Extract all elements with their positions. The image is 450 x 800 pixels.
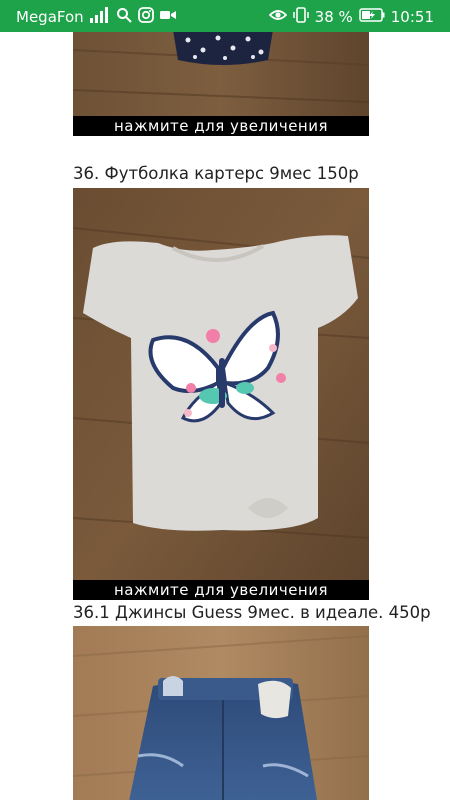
status-bar-left: MegaFon	[16, 7, 176, 27]
clock: 10:51	[390, 8, 434, 26]
vibrate-icon	[292, 7, 309, 27]
status-bar-right: 38 % 10:51	[268, 7, 434, 27]
carrier-name: MegaFon	[16, 8, 84, 26]
product-caption: 36.1 Джинсы Guess 9мес. в идеале. 450р	[73, 603, 431, 622]
page-content: нажмите для увеличения 36. Футболка карт…	[0, 32, 450, 800]
product-photo-jeans[interactable]	[73, 626, 369, 800]
zoom-hint-bar[interactable]: нажмите для увеличения	[73, 580, 369, 600]
search-icon	[116, 7, 132, 27]
product-photo-tshirt[interactable]: нажмите для увеличения	[73, 188, 369, 600]
product-caption: 36. Футболка картерс 9мес 150р	[73, 164, 359, 183]
battery-icon	[359, 8, 385, 26]
signal-icon	[89, 7, 110, 27]
battery-percent: 38 %	[314, 8, 353, 26]
status-bar: MegaFon 38 % 10:51	[0, 0, 450, 32]
zoom-hint-bar[interactable]: нажмите для увеличения	[73, 116, 369, 136]
jeans-photo-image	[73, 626, 369, 800]
product-photo-shorts[interactable]: нажмите для увеличения	[73, 32, 369, 136]
eye-icon	[268, 8, 287, 26]
tshirt-photo-image	[73, 188, 369, 600]
instagram-icon	[137, 7, 154, 27]
video-icon	[159, 8, 176, 26]
